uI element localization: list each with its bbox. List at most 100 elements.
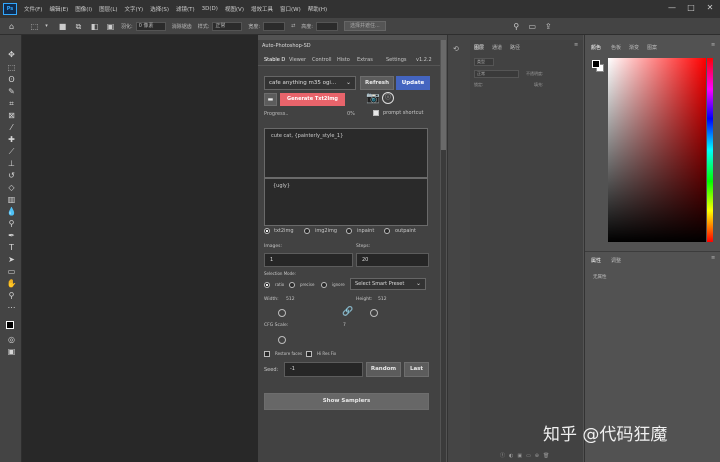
camera-icon[interactable]: 📷 [366,92,380,104]
dodge-tool-icon[interactable]: ⚲ [6,219,17,228]
steps-input[interactable]: 20 [356,253,429,267]
menu-3d[interactable]: 3D(D) [202,6,218,12]
width-input[interactable] [263,21,286,31]
selection-radio-ratio[interactable] [264,282,270,288]
prompt-textarea[interactable]: cute cat, {painterly_style_1} [264,128,428,178]
close-icon[interactable]: ✕ [705,3,715,13]
color-picker-field[interactable] [608,58,706,242]
menu-image[interactable]: 图像(I) [75,5,92,13]
tab-viewer[interactable]: Viewer [289,57,306,63]
restore-faces-checkbox[interactable] [264,351,270,357]
tab-stable-diffusion[interactable]: Stable D [264,57,285,63]
update-button[interactable]: Update [396,76,430,90]
negative-prompt-textarea[interactable]: {ugly} [264,178,428,226]
tab-paths[interactable]: 路径 [510,44,520,51]
image-icon[interactable]: ▬ [264,93,277,106]
gradient-tool-icon[interactable]: ▥ [6,195,17,204]
maximize-icon[interactable]: □ [686,3,696,13]
style-select[interactable]: 正常 [212,21,243,31]
add-selection-icon[interactable]: ⧉ [74,22,83,31]
quick-mask-icon[interactable]: ◎ [6,335,17,344]
mode-radio-txt2img[interactable] [264,228,270,234]
home-icon[interactable]: ⌂ [7,22,16,31]
menu-layer[interactable]: 图层(L) [99,5,117,13]
link-icon[interactable]: 🔗 [342,307,353,317]
minimize-icon[interactable]: — [667,3,677,13]
path-select-tool-icon[interactable]: ➤ [6,255,17,264]
layer-actions-bar[interactable]: ⓕ◐▣▭⊕🗑 [500,452,553,459]
tab-controlnet[interactable]: Controll [312,57,331,63]
eyedropper-tool-icon[interactable]: ⁄ [6,123,17,132]
share-icon[interactable]: ⇪ [544,22,553,31]
width-slider-handle[interactable] [278,309,286,317]
swap-icon[interactable]: ⇄ [291,23,295,29]
search-icon[interactable]: ⚲ [512,22,521,31]
menu-select[interactable]: 选择(S) [150,5,169,13]
clone-stamp-tool-icon[interactable]: ⊥ [6,159,17,168]
foreground-swatch[interactable] [592,60,600,68]
model-select[interactable]: cafe anything m35 ogi... ⌄ [264,76,356,90]
hue-slider[interactable] [707,58,713,242]
crop-tool-icon[interactable]: ⌗ [6,99,17,108]
height-input[interactable] [315,21,338,31]
tab-color[interactable]: 颜色 [591,44,601,51]
menu-window[interactable]: 窗口(W) [280,5,301,13]
menu-view[interactable]: 视图(V) [225,5,244,13]
refresh-button[interactable]: Refresh [360,76,394,90]
panel-menu-icon[interactable]: ≡ [574,42,578,48]
marquee-tool-icon[interactable]: ⬚ [6,63,17,72]
cfg-slider-handle[interactable] [278,336,286,344]
tab-properties[interactable]: 属性 [591,257,601,264]
rectangle-tool-icon[interactable]: ▭ [6,267,17,276]
lasso-tool-icon[interactable]: ʘ [6,75,17,84]
height-slider-handle[interactable] [370,309,378,317]
mode-radio-inpaint[interactable] [346,228,352,234]
menu-help[interactable]: 帮助(H) [308,5,327,13]
plugin-scrollbar[interactable] [441,40,446,462]
chevron-down-icon[interactable]: ▾ [42,22,51,31]
history-panel-icon[interactable]: ⟲ [453,45,459,53]
mode-radio-img2img[interactable] [304,228,310,234]
foreground-color-swatch[interactable] [6,321,14,329]
history-brush-tool-icon[interactable]: ↺ [6,171,17,180]
type-tool-icon[interactable]: T [6,243,17,252]
generate-button[interactable]: Generate Txt2Img [280,93,345,106]
mode-radio-outpaint[interactable] [384,228,390,234]
subtract-selection-icon[interactable]: ◧ [90,22,99,31]
tab-swatches[interactable]: 色板 [611,44,621,51]
menu-filter[interactable]: 滤镜(T) [176,5,195,13]
move-tool-icon[interactable]: ✥ [6,50,17,59]
show-samplers-button[interactable]: Show Samplers [264,393,429,410]
menu-edit[interactable]: 编辑(E) [49,5,68,13]
tab-settings[interactable]: Settings [386,57,407,63]
pen-tool-icon[interactable]: ✒ [6,231,17,240]
images-input[interactable]: 1 [264,253,353,267]
tab-gradients[interactable]: 渐变 [629,44,639,51]
tab-history[interactable]: Histo [337,57,350,63]
workspace-icon[interactable]: ▭ [528,22,537,31]
hand-tool-icon[interactable]: ✋ [6,279,17,288]
prompt-shortcut-checkbox[interactable] [373,110,379,116]
scrollbar-thumb[interactable] [441,40,446,150]
brush-tool-icon[interactable]: ⟋ [6,147,17,156]
selection-radio-precise[interactable] [289,282,295,288]
layer-kind-filter[interactable]: 类型 [474,58,494,66]
info-icon[interactable]: ⓘ [382,92,394,104]
last-seed-button[interactable]: Last [404,362,429,377]
more-tools-icon[interactable]: ⋯ [6,303,17,312]
panel-menu-icon[interactable]: ≡ [711,42,715,48]
blur-tool-icon[interactable]: 💧 [6,207,17,216]
menu-file[interactable]: 文件(F) [24,5,42,13]
eraser-tool-icon[interactable]: ◇ [6,183,17,192]
tab-layers[interactable]: 图层 [474,44,484,51]
document-canvas[interactable] [22,35,258,462]
quick-select-tool-icon[interactable]: ✎ [6,87,17,96]
menu-plugins[interactable]: 增效工具 [251,5,273,13]
new-selection-icon[interactable]: ■ [58,22,67,31]
smart-preset-select[interactable]: Select Smart Preset ⌄ [350,278,426,290]
frame-tool-icon[interactable]: ⊠ [6,111,17,120]
menu-type[interactable]: 文字(Y) [125,5,144,13]
panel-menu-icon[interactable]: ≡ [711,255,715,261]
antialias-label[interactable]: 消除锯齿 [172,23,192,30]
selection-radio-ignore[interactable] [321,282,327,288]
